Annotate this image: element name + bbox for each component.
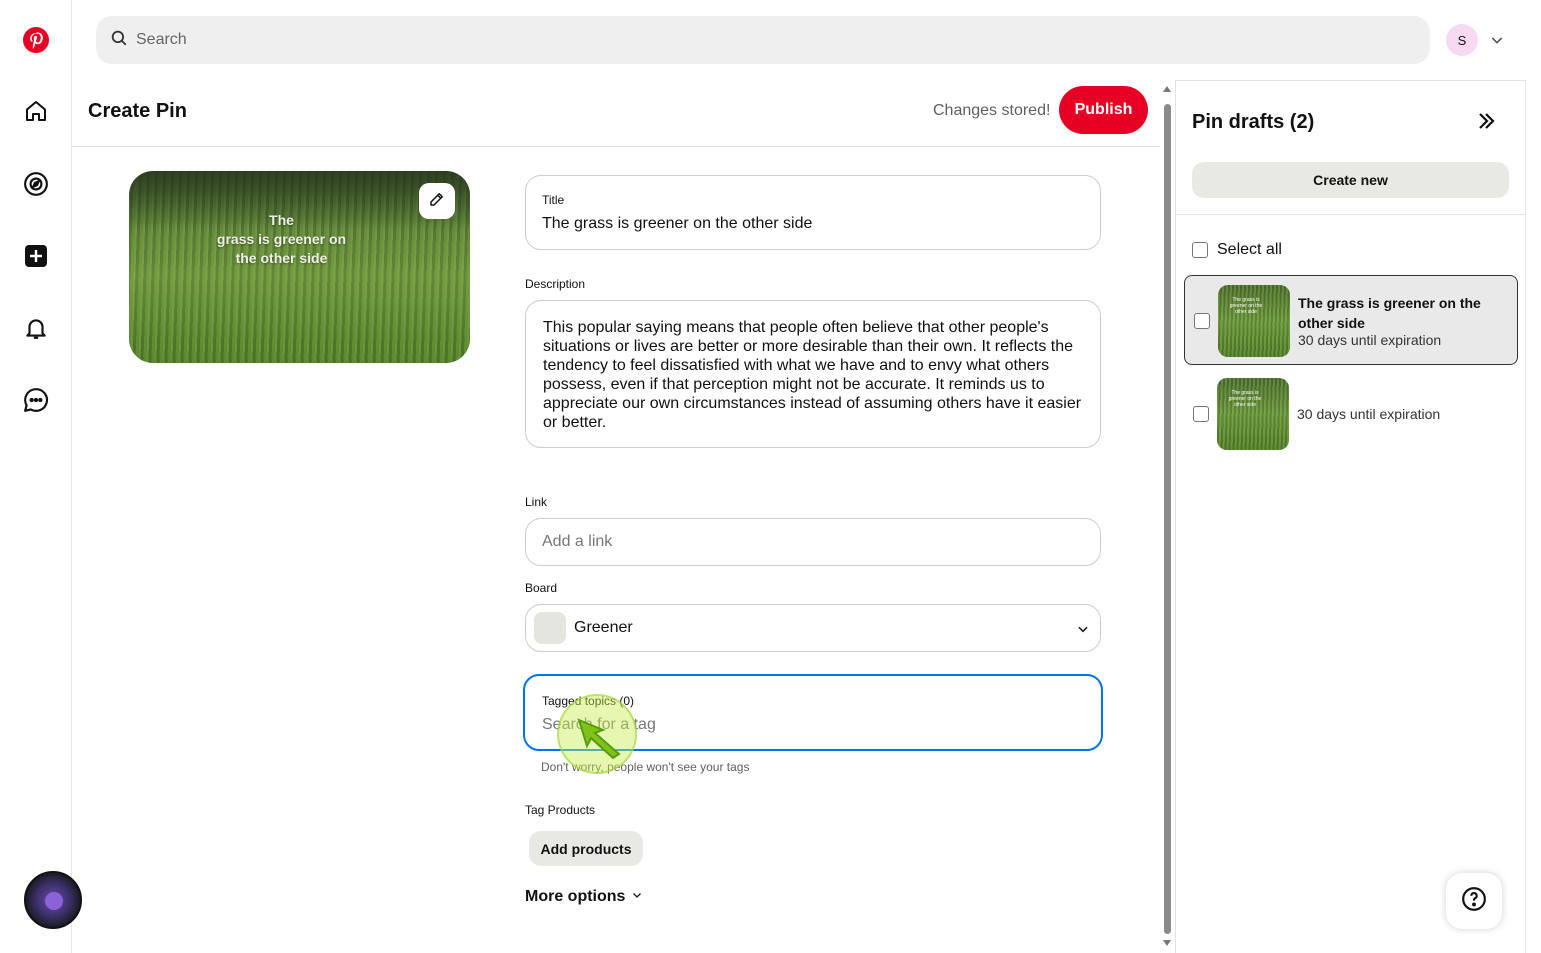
link-label: Link xyxy=(525,495,548,509)
title-field[interactable]: Title The grass is greener on the other … xyxy=(525,175,1101,250)
draft-thumbnail: The grass is greener on the other side xyxy=(1218,285,1290,357)
draft-item[interactable]: The grass is greener on the other side 3… xyxy=(1184,369,1518,459)
scroll-up-arrow-icon[interactable] xyxy=(1163,86,1171,92)
search-bar[interactable] xyxy=(96,16,1430,64)
drafts-title: Pin drafts (2) xyxy=(1192,111,1315,133)
board-label: Board xyxy=(525,581,558,595)
assistant-bubble-icon[interactable] xyxy=(24,871,82,929)
link-field[interactable] xyxy=(525,518,1101,566)
notifications-icon[interactable] xyxy=(20,312,52,344)
create-new-button[interactable]: Create new xyxy=(1192,162,1509,198)
avatar-initial: S xyxy=(1457,32,1467,48)
draft-thumbnail: The grass is greener on the other side xyxy=(1217,378,1289,450)
draft-expiration: 30 days until expiration xyxy=(1297,406,1441,422)
account-chevron-down-icon[interactable] xyxy=(1489,32,1505,53)
overlay-line-1: The xyxy=(269,212,294,228)
board-thumbnail xyxy=(534,612,566,644)
collapse-panel-icon[interactable] xyxy=(1474,109,1498,138)
draft-expiration: 30 days until expiration xyxy=(1298,332,1442,348)
thumbnail-text: The grass is greener on the other side xyxy=(1229,297,1263,315)
grass-texture xyxy=(1218,285,1290,357)
home-icon[interactable] xyxy=(20,95,52,127)
drafts-divider xyxy=(1176,214,1525,215)
tag-products-label: Tag Products xyxy=(525,803,596,817)
pencil-icon xyxy=(428,190,446,213)
avatar[interactable]: S xyxy=(1446,24,1478,56)
board-value: Greener xyxy=(574,619,633,636)
create-icon[interactable] xyxy=(20,240,52,272)
create-pin-header: Create Pin Changes stored! Publish xyxy=(72,80,1160,147)
left-sidebar xyxy=(0,0,82,953)
description-label: Description xyxy=(525,277,586,291)
edit-image-button[interactable] xyxy=(419,183,455,219)
title-label: Title xyxy=(542,193,565,207)
draft-checkbox[interactable] xyxy=(1193,406,1209,422)
messages-icon[interactable] xyxy=(20,384,52,416)
overlay-line-3: the other side xyxy=(235,250,328,266)
more-options-toggle[interactable]: More options xyxy=(525,888,643,906)
chevron-down-icon xyxy=(631,888,643,906)
search-icon xyxy=(110,29,128,52)
overlay-line-2: grass is greener on xyxy=(216,231,347,247)
main-scrollbar[interactable] xyxy=(1160,82,1174,953)
page-title: Create Pin xyxy=(88,100,187,122)
more-options-label: More options xyxy=(525,888,626,905)
select-all-label: Select all xyxy=(1217,241,1282,258)
search-input[interactable] xyxy=(136,31,1336,49)
link-input[interactable] xyxy=(542,533,1082,551)
scroll-down-arrow-icon[interactable] xyxy=(1163,940,1171,946)
draft-item[interactable]: The grass is greener on the other side T… xyxy=(1184,275,1518,365)
help-button[interactable] xyxy=(1446,873,1502,929)
click-indicator xyxy=(557,694,637,774)
add-products-button[interactable]: Add products xyxy=(529,831,643,866)
cursor-arrow-icon xyxy=(577,718,621,760)
grass-texture xyxy=(1217,378,1289,450)
chevron-down-icon xyxy=(1076,622,1090,641)
draft-title: The grass is greener on the other side xyxy=(1298,295,1481,331)
thumbnail-text: The grass is greener on the other side xyxy=(1228,390,1262,408)
question-mark-icon xyxy=(1461,886,1487,917)
pinterest-logo-icon[interactable] xyxy=(20,24,52,56)
description-field[interactable]: This popular saying means that people of… xyxy=(525,300,1101,448)
scroll-thumb[interactable] xyxy=(1164,104,1171,934)
preview-overlay-text: The grass is greener on the other side xyxy=(169,211,394,268)
save-status: Changes stored! xyxy=(933,102,1051,119)
publish-button[interactable]: Publish xyxy=(1059,86,1148,134)
checkbox[interactable] xyxy=(1192,242,1208,258)
draft-checkbox[interactable] xyxy=(1194,313,1210,329)
title-value[interactable]: The grass is greener on the other side xyxy=(542,215,812,233)
explore-icon[interactable] xyxy=(20,168,52,200)
select-all-checkbox[interactable]: Select all xyxy=(1192,241,1282,259)
board-select[interactable]: Greener xyxy=(525,604,1101,652)
pin-drafts-panel: Pin drafts (2) Create new Select all The… xyxy=(1175,80,1526,953)
